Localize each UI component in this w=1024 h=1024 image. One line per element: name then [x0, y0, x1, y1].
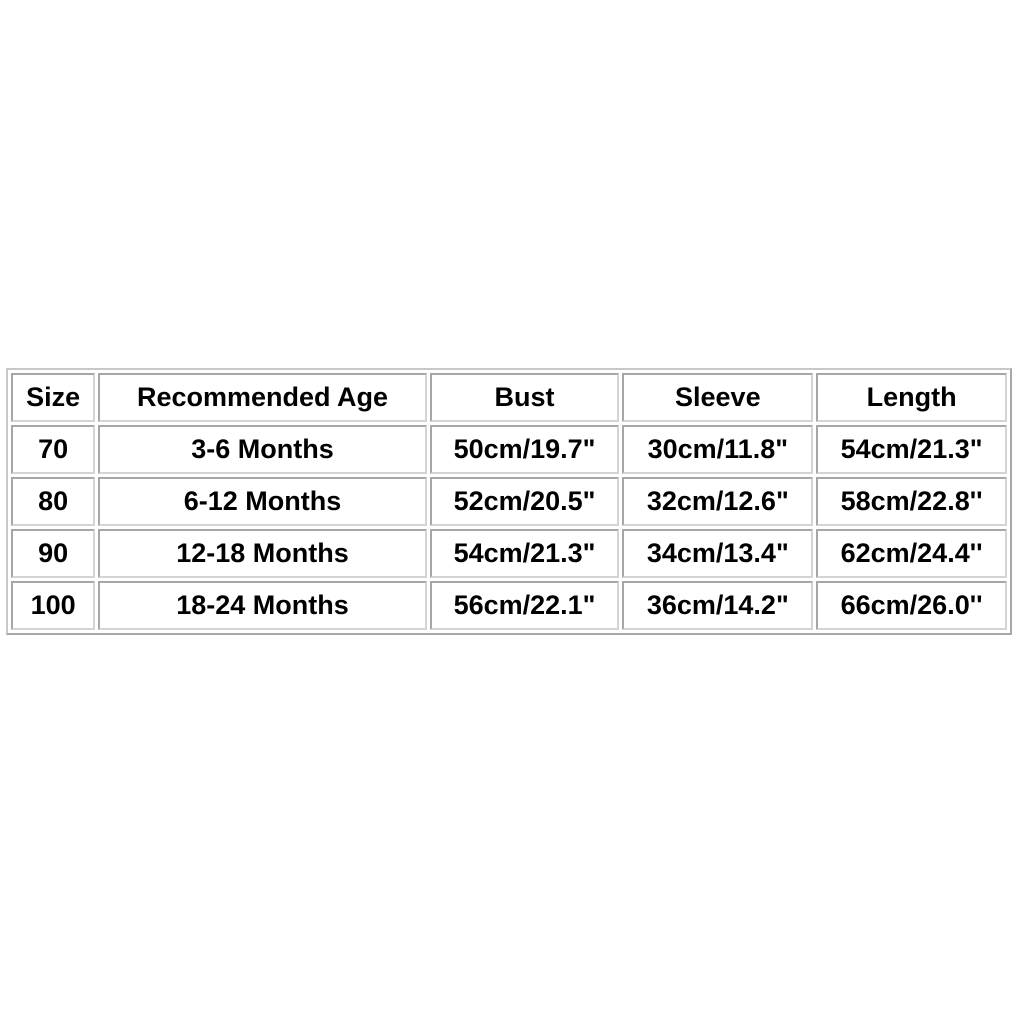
header-recommended-age: Recommended Age — [98, 373, 427, 422]
cell-bust: 50cm/19.7" — [429, 425, 620, 474]
header-length: Length — [816, 373, 1007, 422]
header-size: Size — [11, 373, 96, 422]
cell-recommended-age: 3-6 Months — [98, 425, 427, 474]
cell-sleeve: 30cm/11.8" — [622, 425, 814, 474]
cell-sleeve: 32cm/12.6" — [622, 477, 814, 526]
cell-recommended-age: 18-24 Months — [98, 581, 427, 630]
cell-bust: 56cm/22.1" — [429, 581, 620, 630]
header-bust: Bust — [429, 373, 620, 422]
table-row: 90 12-18 Months 54cm/21.3" 34cm/13.4" 62… — [11, 529, 1007, 578]
cell-length: 62cm/24.4'' — [816, 529, 1007, 578]
header-sleeve: Sleeve — [622, 373, 814, 422]
cell-sleeve: 36cm/14.2" — [622, 581, 814, 630]
cell-size: 90 — [11, 529, 96, 578]
table-row: 70 3-6 Months 50cm/19.7" 30cm/11.8" 54cm… — [11, 425, 1007, 474]
cell-bust: 54cm/21.3" — [429, 529, 620, 578]
page: Size Recommended Age Bust Sleeve Length … — [0, 0, 1024, 1024]
cell-sleeve: 34cm/13.4" — [622, 529, 814, 578]
cell-length: 58cm/22.8'' — [816, 477, 1007, 526]
cell-recommended-age: 6-12 Months — [98, 477, 427, 526]
size-chart-table: Size Recommended Age Bust Sleeve Length … — [6, 368, 1012, 635]
cell-length: 66cm/26.0'' — [816, 581, 1007, 630]
cell-recommended-age: 12-18 Months — [98, 529, 427, 578]
table-row: 100 18-24 Months 56cm/22.1" 36cm/14.2" 6… — [11, 581, 1007, 630]
cell-length: 54cm/21.3" — [816, 425, 1007, 474]
table-row: 80 6-12 Months 52cm/20.5" 32cm/12.6" 58c… — [11, 477, 1007, 526]
cell-size: 80 — [11, 477, 96, 526]
cell-size: 70 — [11, 425, 96, 474]
cell-bust: 52cm/20.5" — [429, 477, 620, 526]
cell-size: 100 — [11, 581, 96, 630]
header-row: Size Recommended Age Bust Sleeve Length — [11, 373, 1007, 422]
